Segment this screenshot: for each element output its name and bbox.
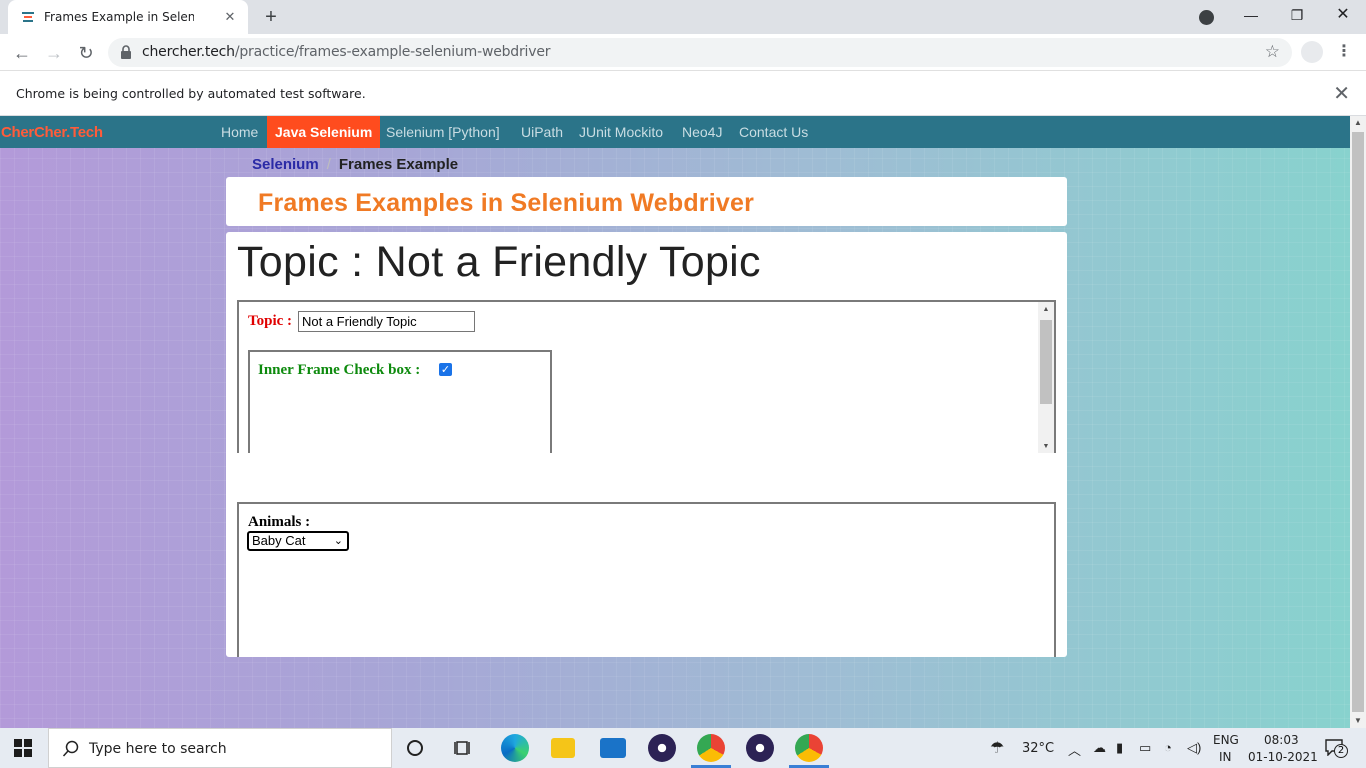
page-scrollbar-thumb[interactable] [1352, 132, 1364, 712]
file-explorer-icon[interactable] [551, 738, 575, 758]
page-title-card: Frames Examples in Selenium Webdriver [226, 177, 1067, 226]
nav-link-java-selenium[interactable]: Java Selenium [267, 116, 381, 148]
url-path: /practice/frames-example-selenium-webdri… [234, 44, 551, 60]
tab-close-icon[interactable]: ✕ [222, 9, 238, 25]
edge-browser-icon[interactable] [501, 734, 529, 762]
page-viewport: CherCher.Tech Home Java Selenium Seleniu… [0, 116, 1350, 728]
chrome-icon[interactable] [795, 734, 823, 762]
url-domain: chercher.tech [142, 44, 235, 60]
browser-tab[interactable]: Frames Example in Selenium web ✕ [8, 0, 248, 34]
site-navbar: CherCher.Tech Home Java Selenium Seleniu… [0, 116, 1350, 148]
chrome-icon[interactable] [697, 734, 725, 762]
topic-heading: Topic : Not a Friendly Topic [237, 238, 761, 286]
back-icon[interactable]: ← [10, 41, 34, 65]
weather-icon[interactable]: ☂ [990, 738, 1004, 758]
animals-selected-value: Baby Cat [252, 533, 306, 548]
browser-tab-strip: Frames Example in Selenium web ✕ + — ❐ ✕ [0, 0, 1366, 34]
search-icon [62, 740, 79, 757]
topic-iframe-scrollbar[interactable]: ▲ ▼ [1038, 302, 1054, 453]
profile-avatar-icon[interactable] [1301, 41, 1323, 63]
restore-button[interactable]: ❐ [1274, 0, 1320, 32]
breadcrumb-separator: / [326, 156, 331, 173]
language-region[interactable]: IN [1219, 750, 1232, 764]
tab-title: Frames Example in Selenium web [44, 10, 194, 24]
chevron-down-icon: ⌄ [333, 535, 343, 547]
page-scrollbar[interactable]: ▲ ▼ [1350, 116, 1366, 728]
close-window-button[interactable]: ✕ [1320, 0, 1366, 32]
forward-icon[interactable]: → [42, 41, 66, 65]
reload-icon[interactable]: ↻ [74, 41, 98, 65]
topic-label: Topic : [248, 313, 293, 329]
nav-link-neo4j[interactable]: Neo4J [682, 116, 722, 148]
breadcrumb: Selenium / Frames Example [252, 156, 458, 173]
scroll-down-arrow-icon[interactable]: ▼ [1038, 439, 1054, 453]
topic-iframe: Topic : Inner Frame Check box : ✓ ▲ ▼ [237, 300, 1056, 453]
animals-label: Animals : [248, 514, 311, 530]
minimize-button[interactable]: — [1228, 0, 1274, 32]
task-view-icon[interactable] [454, 739, 472, 757]
scroll-up-arrow-icon[interactable]: ▲ [1350, 116, 1366, 130]
battery-icon[interactable]: ▭ [1139, 740, 1151, 756]
notification-count-badge: 2 [1334, 744, 1348, 758]
scrollbar-thumb[interactable] [1040, 320, 1052, 404]
scroll-up-arrow-icon[interactable]: ▲ [1038, 302, 1054, 316]
mail-icon[interactable] [600, 738, 626, 758]
address-bar[interactable]: chercher.tech/practice/frames-example-se… [108, 38, 1292, 67]
infobar-close-icon[interactable]: ✕ [1333, 81, 1350, 106]
inner-iframe: Inner Frame Check box : ✓ [248, 350, 552, 453]
lock-icon [121, 45, 131, 59]
windows-start-icon[interactable] [14, 739, 32, 757]
automation-infobar: Chrome is being controlled by automated … [0, 71, 1366, 116]
site-favicon-icon [22, 12, 34, 22]
inner-frame-checkbox-label: Inner Frame Check box : [258, 362, 421, 378]
inner-frame-checkbox[interactable]: ✓ [439, 363, 452, 376]
show-hidden-icons-chevron-icon[interactable]: ︿ [1068, 740, 1081, 759]
eclipse-icon[interactable] [746, 734, 774, 762]
nav-link-selenium-python[interactable]: Selenium [Python] [386, 116, 500, 148]
nav-link-contact-us[interactable]: Contact Us [739, 116, 808, 148]
microphone-icon[interactable]: ▮ [1116, 740, 1123, 756]
browser-toolbar: ← → ↻ chercher.tech/practice/frames-exam… [0, 34, 1366, 71]
animals-select[interactable]: Baby Cat ⌄ [247, 531, 349, 551]
nav-link-junit-mockito[interactable]: JUnit Mockito [579, 116, 663, 148]
notification-center-icon[interactable]: 2 [1324, 738, 1348, 758]
site-brand-logo[interactable]: CherCher.Tech [1, 124, 103, 141]
infobar-message: Chrome is being controlled by automated … [16, 86, 366, 101]
breadcrumb-current: Frames Example [338, 156, 459, 173]
bookmark-star-icon[interactable]: ☆ [1265, 42, 1280, 62]
clock-time[interactable]: 08:03 [1264, 733, 1299, 747]
onedrive-icon[interactable]: ☁ [1093, 740, 1106, 756]
eclipse-icon[interactable] [648, 734, 676, 762]
volume-icon[interactable]: ◁) [1187, 740, 1201, 756]
breadcrumb-selenium-link[interactable]: Selenium [252, 156, 319, 173]
nav-link-home[interactable]: Home [221, 116, 258, 148]
search-placeholder: Type here to search [89, 741, 227, 757]
new-tab-button[interactable]: + [260, 6, 282, 28]
clock-date[interactable]: 01-10-2021 [1248, 750, 1318, 764]
page-title: Frames Examples in Selenium Webdriver [258, 189, 755, 217]
taskbar-search-box[interactable]: Type here to search [48, 728, 392, 768]
tab-search-icon[interactable] [1199, 10, 1214, 25]
scroll-down-arrow-icon[interactable]: ▼ [1350, 714, 1366, 728]
browser-menu-icon[interactable]: ⋮ [1336, 41, 1352, 63]
frames-content-card: Topic : Not a Friendly Topic Topic : Inn… [226, 232, 1067, 657]
animals-iframe: Animals : Baby Cat ⌄ [237, 502, 1056, 657]
cortana-icon[interactable] [406, 739, 424, 757]
language-indicator[interactable]: ENG [1213, 733, 1239, 747]
windows-taskbar: Type here to search ☂ 32°C ︿ ☁ ▮ ▭ ◔ ◁) … [0, 728, 1366, 768]
nav-link-uipath[interactable]: UiPath [521, 116, 563, 148]
topic-input[interactable] [298, 311, 475, 332]
url-text: chercher.tech/practice/frames-example-se… [142, 44, 551, 60]
wifi-icon[interactable]: ◔ [1164, 740, 1172, 755]
weather-temperature[interactable]: 32°C [1022, 741, 1054, 756]
